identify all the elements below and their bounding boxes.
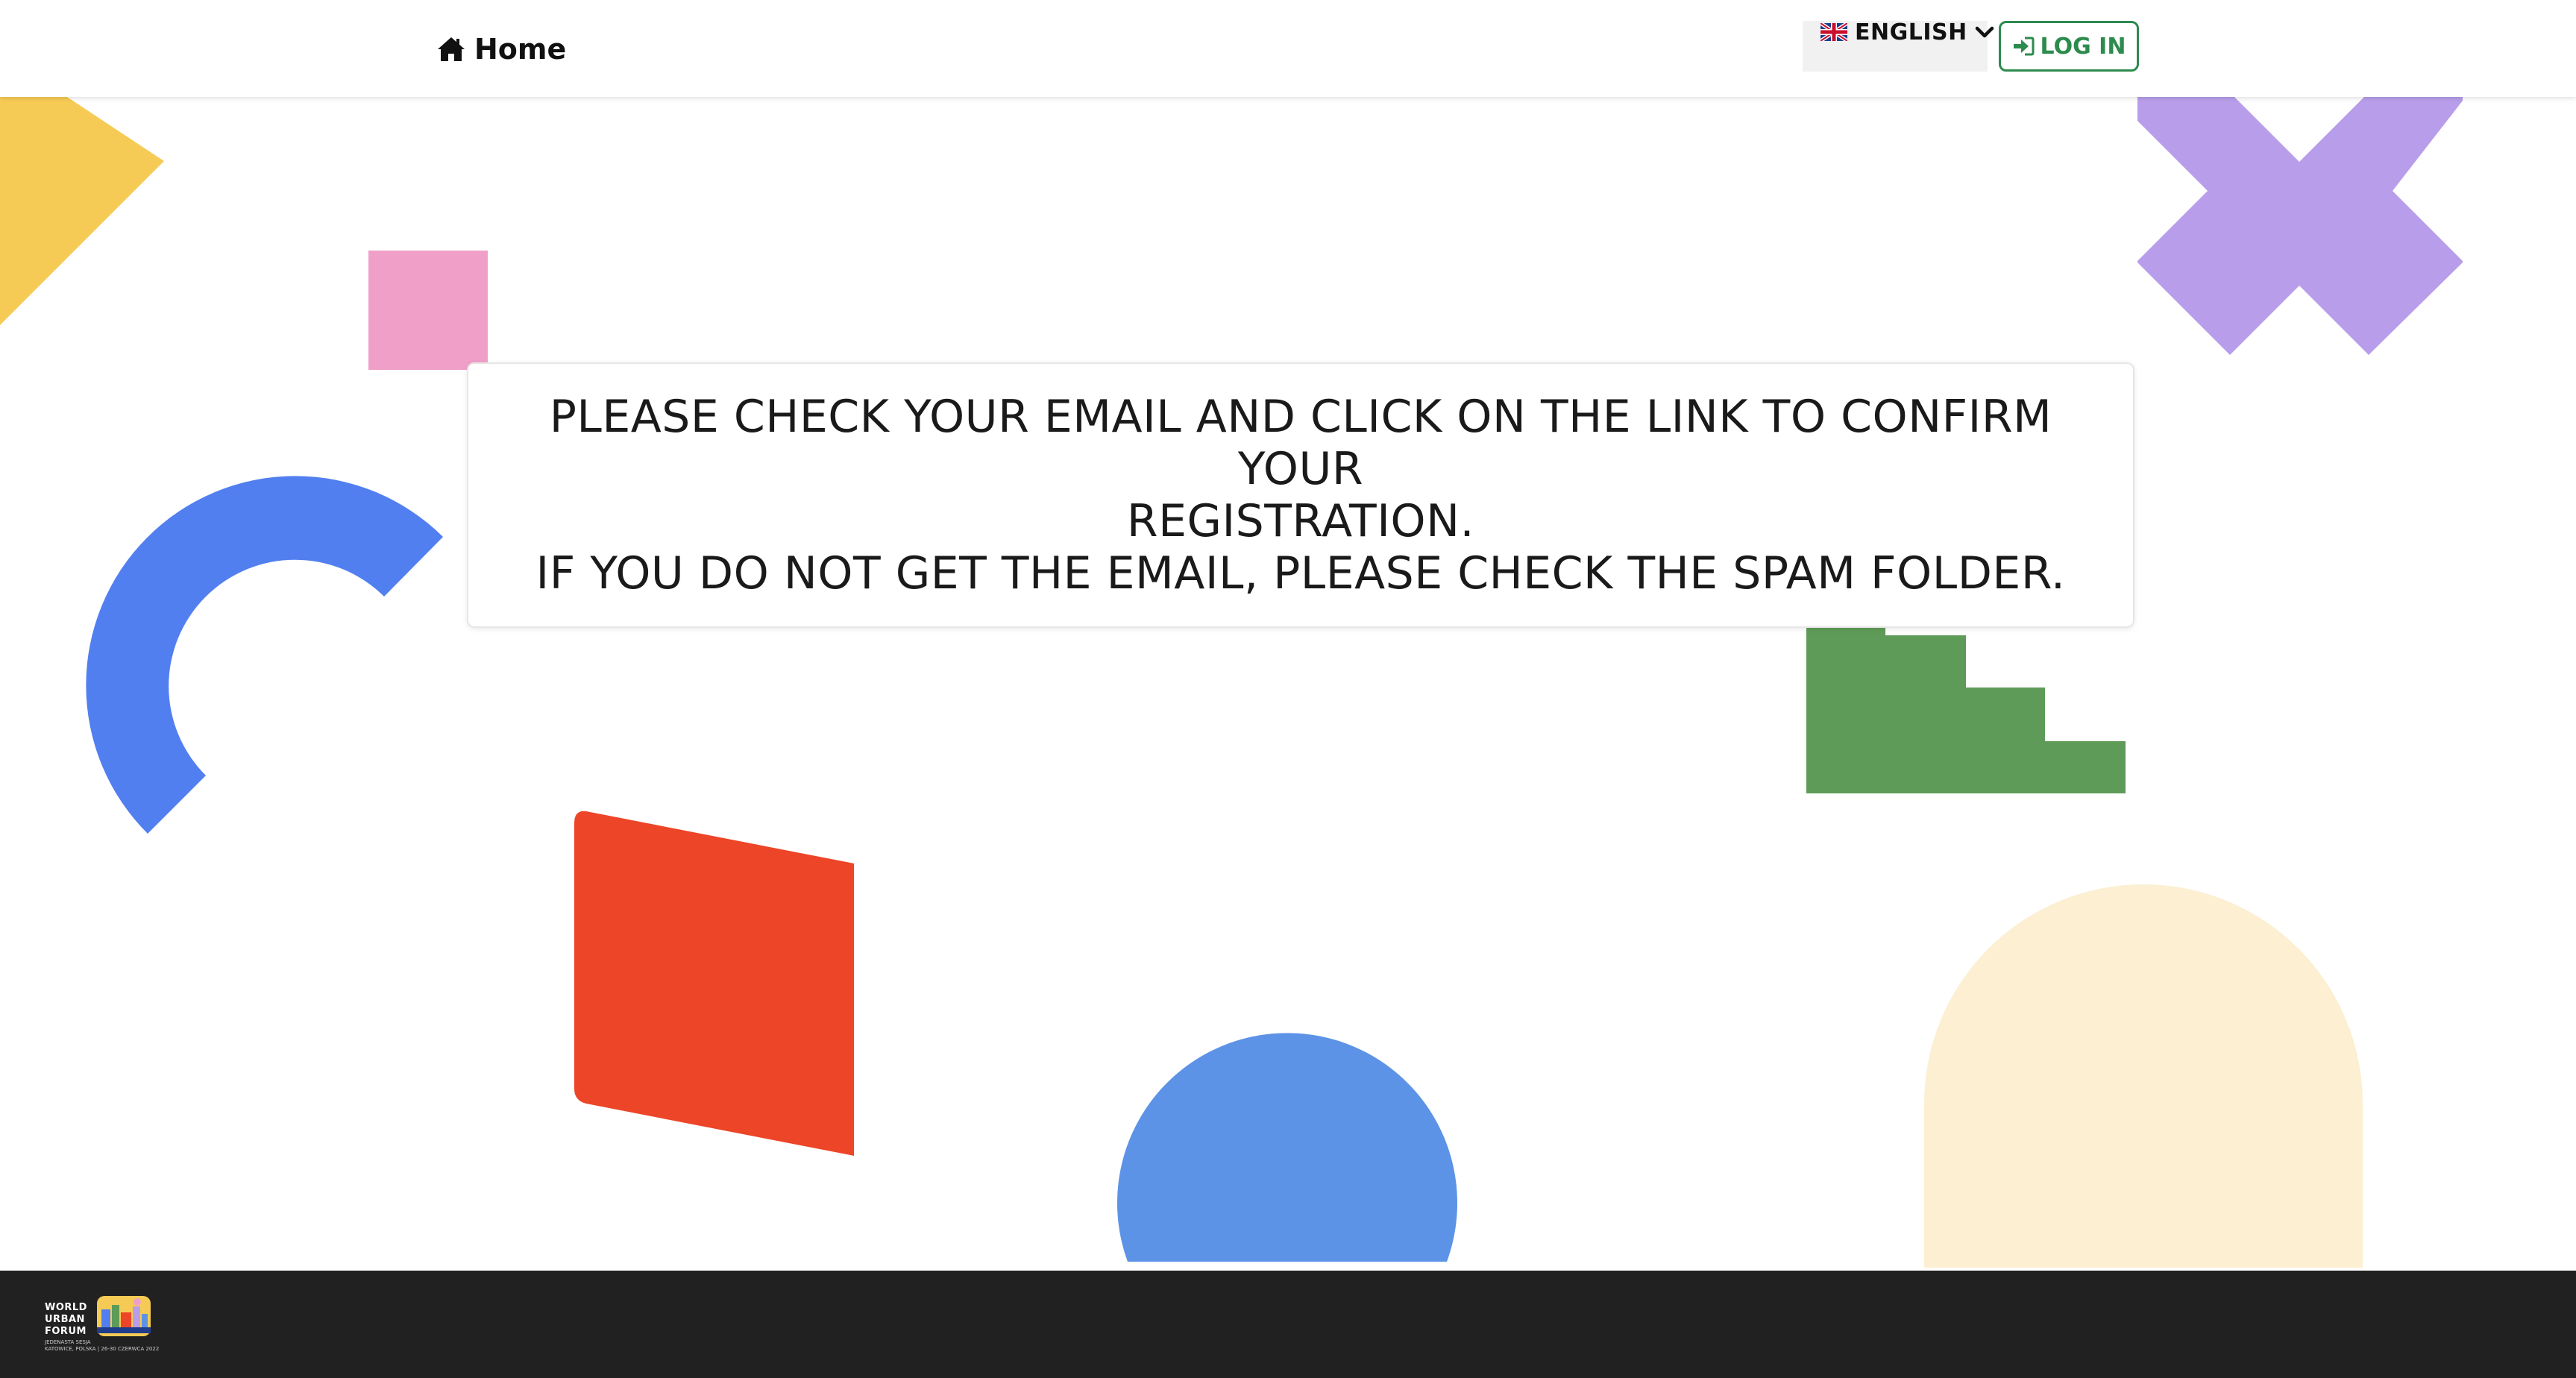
message-line-2: REGISTRATION. bbox=[1126, 495, 1475, 547]
login-label: LOG IN bbox=[2040, 33, 2126, 60]
logo-text: WORLD URBAN FORUM bbox=[45, 1302, 87, 1338]
home-label: Home bbox=[474, 33, 567, 66]
green-stairs-shape bbox=[1806, 628, 2126, 793]
sign-in-icon bbox=[2013, 37, 2035, 56]
cream-arch-shape bbox=[1924, 884, 2363, 1268]
confirmation-message-card: PLEASE CHECK YOUR EMAIL AND CLICK ON THE… bbox=[467, 362, 2134, 628]
world-urban-forum-logo[interactable]: WORLD URBAN FORUM JEDENASTA SESJA KATOWI… bbox=[45, 1293, 159, 1356]
home-link[interactable]: Home bbox=[437, 28, 566, 70]
logo-subtitle: JEDENASTA SESJA KATOWICE, POLSKA | 26-30… bbox=[45, 1339, 159, 1353]
login-button[interactable]: LOG IN bbox=[1999, 21, 2139, 72]
language-select[interactable]: ENGLISH bbox=[1803, 19, 1994, 72]
uk-flag-icon bbox=[1821, 23, 1847, 41]
footer: WORLD URBAN FORUM JEDENASTA SESJA KATOWI… bbox=[0, 1271, 2576, 1378]
blue-arc-shape bbox=[86, 476, 444, 834]
purple-x-shape bbox=[2137, 97, 2463, 355]
logo-text-line-1: WORLD bbox=[45, 1302, 87, 1313]
logo-text-line-2: URBAN bbox=[45, 1314, 85, 1325]
message-line-1: PLEASE CHECK YOUR EMAIL AND CLICK ON THE… bbox=[549, 391, 2052, 495]
blue-circle-shape bbox=[1116, 1033, 1457, 1262]
chevron-down-icon bbox=[1975, 26, 1994, 38]
logo-tagline: JEDENASTA SESJA bbox=[45, 1339, 91, 1345]
logo-text-line-3: FORUM bbox=[45, 1326, 87, 1337]
city-illustration-icon bbox=[97, 1296, 151, 1336]
pink-square-shape bbox=[368, 251, 488, 370]
logo-event-info: KATOWICE, POLSKA | 26-30 CZERWCA 2022 bbox=[45, 1346, 160, 1352]
yellow-triangle-shape bbox=[0, 97, 164, 325]
top-navbar: Home ENGLISH LOG IN bbox=[0, 0, 2576, 97]
message-line-3: IF YOU DO NOT GET THE EMAIL, PLEASE CHEC… bbox=[535, 547, 2066, 600]
language-label: ENGLISH bbox=[1855, 19, 1967, 45]
red-parallelogram-shape bbox=[574, 811, 854, 1156]
decorative-shapes bbox=[0, 97, 2463, 1268]
home-icon bbox=[438, 37, 465, 61]
